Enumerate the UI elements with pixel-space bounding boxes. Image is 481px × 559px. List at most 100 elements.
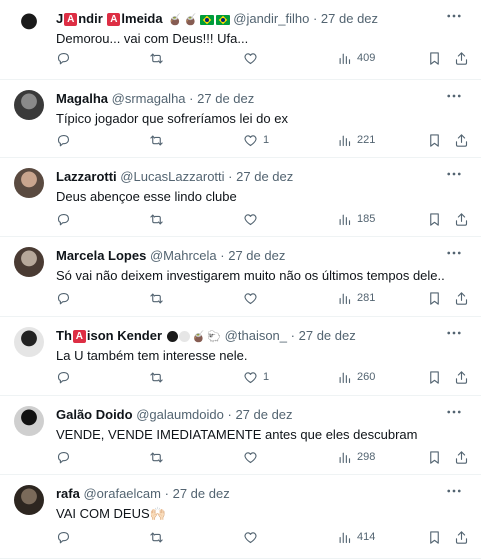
separator-dot: · — [290, 328, 295, 343]
retweet-button[interactable] — [149, 211, 169, 227]
reply-button[interactable] — [56, 132, 76, 148]
share-button[interactable] — [454, 50, 469, 66]
views-button[interactable]: 221 — [337, 132, 375, 148]
like-button[interactable] — [243, 290, 263, 306]
user-handle[interactable]: @srmagalha — [112, 91, 186, 106]
more-options-icon[interactable] — [445, 90, 463, 104]
share-icon — [454, 530, 469, 545]
avatar[interactable] — [14, 247, 44, 277]
tweet-date[interactable]: 27 de dez — [197, 91, 254, 106]
bookmark-button[interactable] — [427, 529, 442, 545]
avatar[interactable] — [14, 327, 44, 357]
tweet-date[interactable]: 27 de dez — [299, 328, 356, 343]
views-button[interactable]: 409 — [337, 50, 375, 66]
avatar[interactable] — [14, 90, 44, 120]
reply-button[interactable] — [56, 50, 76, 66]
display-name[interactable]: Th Aison Kender 🧉 🐑 — [56, 328, 221, 344]
reply-icon — [56, 450, 71, 465]
views-count: 260 — [357, 371, 376, 383]
views-button[interactable]: 185 — [337, 211, 375, 227]
more-options-icon[interactable] — [445, 10, 463, 24]
bookmark-button[interactable] — [427, 290, 442, 306]
reply-icon — [56, 370, 71, 385]
reply-button[interactable] — [56, 529, 76, 545]
brazil-flag-icon — [215, 14, 230, 25]
retweet-button[interactable] — [149, 369, 169, 385]
retweet-button[interactable] — [149, 132, 169, 148]
like-button[interactable]: 1 — [243, 132, 269, 148]
display-name[interactable]: J Andir Almeida 🧉 🧉 — [56, 11, 230, 27]
reply-button[interactable] — [56, 211, 76, 227]
tweet-reply[interactable]: Lazzarotti @LucasLazzarotti · 27 de dez D… — [0, 158, 481, 237]
tweet-date[interactable]: 27 de dez — [235, 407, 292, 422]
tweet-reply[interactable]: rafa @orafaelcam · 27 de dez VAI COM DEUS… — [0, 475, 481, 559]
avatar[interactable] — [14, 10, 44, 40]
retweet-button[interactable] — [149, 290, 169, 306]
bookmark-button[interactable] — [427, 449, 442, 465]
like-button[interactable] — [243, 50, 263, 66]
retweet-button[interactable] — [149, 529, 169, 545]
avatar[interactable] — [14, 485, 44, 515]
user-handle[interactable]: @jandir_filho — [233, 11, 309, 26]
share-button[interactable] — [454, 369, 469, 385]
user-handle[interactable]: @Mahrcela — [150, 248, 217, 263]
tweet-reply[interactable]: Th Aison Kender 🧉 🐑 @thaison_ · 27 de dez L… — [0, 317, 481, 396]
display-name[interactable]: rafa — [56, 486, 80, 501]
share-button[interactable] — [454, 290, 469, 306]
tweet-date[interactable]: 27 de dez — [321, 11, 378, 26]
more-options-icon[interactable] — [445, 485, 463, 499]
views-icon — [337, 51, 352, 66]
display-name[interactable]: Galão Doido — [56, 407, 133, 422]
display-name[interactable]: Marcela Lopes — [56, 248, 146, 263]
more-options-icon[interactable] — [445, 327, 463, 341]
reply-button[interactable] — [56, 290, 76, 306]
more-options-icon[interactable] — [445, 406, 463, 420]
views-button[interactable]: 414 — [337, 529, 375, 545]
like-button[interactable]: 1 — [243, 369, 269, 385]
share-icon — [454, 450, 469, 465]
avatar[interactable] — [14, 406, 44, 436]
avatar[interactable] — [14, 168, 44, 198]
tweet-date[interactable]: 27 de dez — [173, 486, 230, 501]
user-handle[interactable]: @orafaelcam — [83, 486, 161, 501]
reply-button[interactable] — [56, 369, 76, 385]
tweet-reply[interactable]: Galão Doido @galaumdoido · 27 de dez VEND… — [0, 396, 481, 475]
bookmark-icon — [427, 51, 442, 66]
like-button[interactable] — [243, 449, 263, 465]
bookmark-button[interactable] — [427, 132, 442, 148]
bookmark-button[interactable] — [427, 369, 442, 385]
tweet-reply[interactable]: J Andir Almeida 🧉 🧉 @jandir_filho · 27 de … — [0, 0, 481, 80]
black-circle-icon — [166, 331, 178, 343]
user-handle[interactable]: @thaison_ — [225, 328, 287, 343]
tweet-reply[interactable]: Magalha @srmagalha · 27 de dez Típico jog… — [0, 80, 481, 158]
tweet-date[interactable]: 27 de dez — [236, 169, 293, 184]
retweet-icon — [149, 51, 164, 66]
share-button[interactable] — [454, 132, 469, 148]
bookmark-button[interactable] — [427, 50, 442, 66]
retweet-button[interactable] — [149, 50, 169, 66]
reply-button[interactable] — [56, 449, 76, 465]
views-button[interactable]: 298 — [337, 449, 375, 465]
tweet-header: J Andir Almeida 🧉 🧉 @jandir_filho · 27 de … — [56, 10, 441, 28]
share-button[interactable] — [454, 449, 469, 465]
user-handle[interactable]: @galaumdoido — [136, 407, 224, 422]
reply-icon — [56, 212, 71, 227]
separator-dot: · — [220, 248, 225, 263]
more-options-icon[interactable] — [445, 168, 463, 182]
like-button[interactable] — [243, 529, 263, 545]
views-button[interactable]: 281 — [337, 290, 375, 306]
bookmark-button[interactable] — [427, 211, 442, 227]
tweet-header: Th Aison Kender 🧉 🐑 @thaison_ · 27 de dez — [56, 327, 441, 345]
tweet-date[interactable]: 27 de dez — [228, 248, 285, 263]
more-options-icon[interactable] — [445, 247, 463, 261]
replies-feed: J Andir Almeida 🧉 🧉 @jandir_filho · 27 de … — [0, 0, 481, 559]
like-button[interactable] — [243, 211, 263, 227]
share-button[interactable] — [454, 211, 469, 227]
tweet-reply[interactable]: Marcela Lopes @Mahrcela · 27 de dez Só va… — [0, 237, 481, 317]
views-button[interactable]: 260 — [337, 369, 375, 385]
display-name[interactable]: Lazzarotti — [56, 169, 117, 184]
share-button[interactable] — [454, 529, 469, 545]
retweet-button[interactable] — [149, 449, 169, 465]
display-name[interactable]: Magalha — [56, 91, 108, 106]
user-handle[interactable]: @LucasLazzarotti — [120, 169, 224, 184]
